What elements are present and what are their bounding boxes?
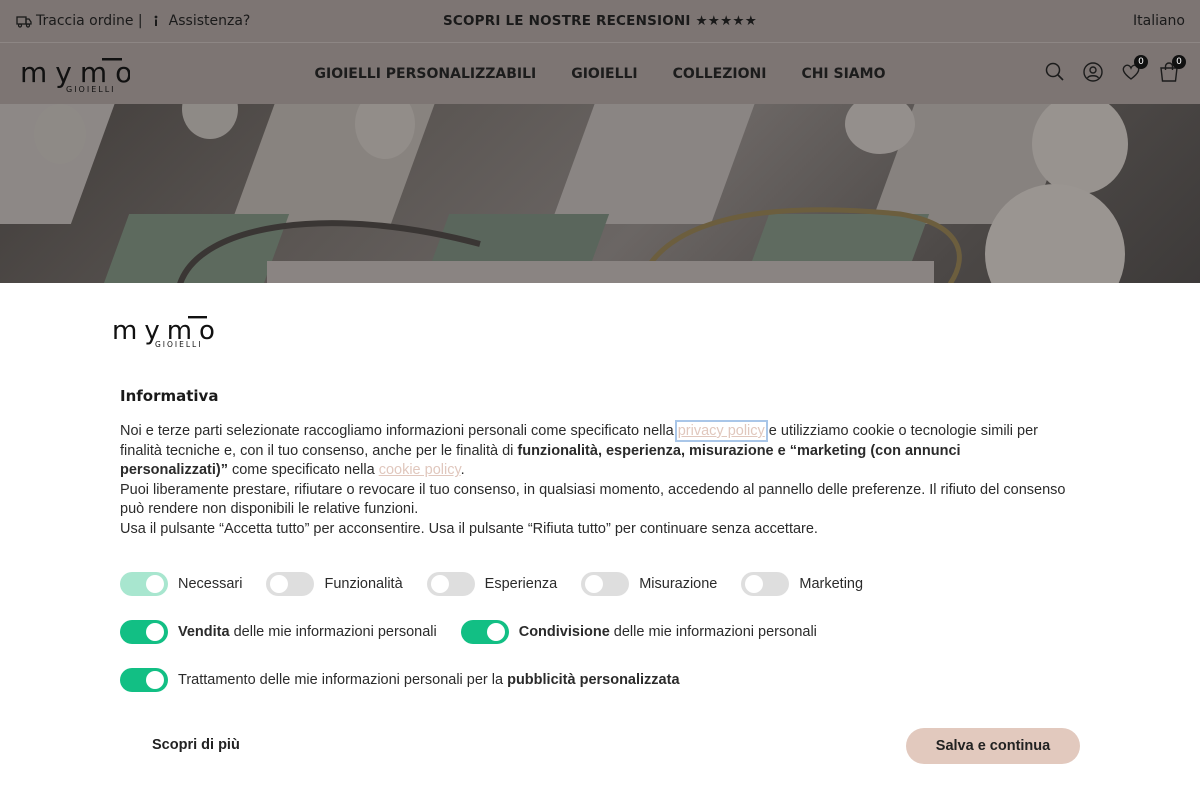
cookie-brand-logo: mymo GIOIELLI xyxy=(112,313,216,349)
cookie-paragraph-2: Puoi liberamente prestare, rifiutare o r… xyxy=(120,481,1066,518)
nav-gioielli[interactable]: GIOIELLI xyxy=(571,66,637,82)
label-funzionalita: Funzionalità xyxy=(324,576,403,592)
track-order-link[interactable]: Traccia ordine | xyxy=(36,13,143,29)
cookie-title: Informativa xyxy=(120,387,219,405)
consent-categories: Necessari Funzionalità Esperienza Misura… xyxy=(120,572,887,596)
label-marketing: Marketing xyxy=(799,576,864,592)
account-icon[interactable] xyxy=(1082,61,1104,83)
svg-text:GIOIELLI: GIOIELLI xyxy=(66,85,116,94)
category-misurazione: Misurazione xyxy=(581,572,717,596)
cookie-text-segment: . xyxy=(460,462,465,479)
info-icon xyxy=(151,15,161,27)
label-trattamento: Trattamento delle mie informazioni perso… xyxy=(178,672,680,688)
label-condivisione: Condivisione delle mie informazioni pers… xyxy=(518,624,817,640)
main-header: mymo GIOIELLI GIOIELLI PERSONALIZZABILI … xyxy=(0,42,1200,104)
cart-icon[interactable]: 0 xyxy=(1158,55,1186,83)
option-trattamento: Trattamento delle mie informazioni perso… xyxy=(120,668,680,692)
toggle-vendita[interactable] xyxy=(120,620,168,644)
label-necessari: Necessari xyxy=(178,576,243,592)
label-esperienza: Esperienza xyxy=(484,576,558,592)
nav-chi-siamo[interactable]: CHI SIAMO xyxy=(801,66,885,82)
cookie-paragraph-3: Usa il pulsante “Accetta tutto” per acco… xyxy=(120,520,818,537)
nav-collezioni[interactable]: COLLEZIONI xyxy=(673,66,767,82)
support-link[interactable]: Assistenza? xyxy=(169,13,251,29)
category-funzionalita: Funzionalità xyxy=(266,572,403,596)
category-esperienza: Esperienza xyxy=(426,572,558,596)
cart-count-badge: 0 xyxy=(1172,55,1186,69)
main-nav: GIOIELLI PERSONALIZZABILI GIOIELLI COLLE… xyxy=(0,43,1200,105)
background-modal-edge xyxy=(267,261,934,283)
option-condivisione: Condivisione delle mie informazioni pers… xyxy=(460,620,817,644)
label-misurazione: Misurazione xyxy=(639,576,718,592)
svg-text:GIOIELLI: GIOIELLI xyxy=(155,340,202,349)
toggle-misurazione[interactable] xyxy=(581,572,630,596)
privacy-policy-link[interactable]: privacy policy xyxy=(674,420,768,442)
category-marketing: Marketing xyxy=(741,572,863,596)
ads-option-row: Trattamento delle mie informazioni perso… xyxy=(120,668,704,692)
wishlist-count-badge: 0 xyxy=(1134,55,1148,69)
search-icon[interactable] xyxy=(1044,61,1066,83)
hero-image xyxy=(0,104,1200,284)
topbar-left: Traccia ordine | Assistenza? xyxy=(16,0,250,42)
toggle-marketing[interactable] xyxy=(741,572,790,596)
save-and-continue-button[interactable]: Salva e continua xyxy=(906,728,1080,764)
toggle-condivisione[interactable] xyxy=(460,620,509,644)
toggle-funzionalita[interactable] xyxy=(266,572,315,596)
nav-gioielli-personalizzabili[interactable]: GIOIELLI PERSONALIZZABILI xyxy=(315,66,537,82)
wishlist-icon[interactable]: 0 xyxy=(1120,55,1148,83)
option-vendita: Vendita delle mie informazioni personali xyxy=(120,620,437,644)
toggle-pubblicita-personalizzata[interactable] xyxy=(120,668,168,692)
brand-logo[interactable]: mymo GIOIELLI xyxy=(20,55,132,95)
cookie-policy-link[interactable]: cookie policy xyxy=(379,462,461,478)
truck-icon xyxy=(16,14,32,28)
label-vendita: Vendita delle mie informazioni personali xyxy=(178,624,437,640)
top-bar: Traccia ordine | Assistenza? SCOPRI LE N… xyxy=(0,0,1200,42)
cookie-text-segment: Noi e terze parti selezionate raccogliam… xyxy=(120,423,678,439)
language-selector[interactable]: Italiano xyxy=(1133,13,1185,29)
cookie-text-segment: come specificato nella xyxy=(227,462,379,479)
reviews-link[interactable]: SCOPRI LE NOSTRE RECENSIONI ★★★★★ xyxy=(443,13,757,29)
chess-pieces-graphic xyxy=(34,104,1128,284)
header-icons: 0 0 xyxy=(1044,55,1186,83)
toggle-esperienza[interactable] xyxy=(426,572,475,596)
toggle-necessari xyxy=(120,572,168,596)
cookie-consent-panel: mymo GIOIELLI Informativa Noi e terze pa… xyxy=(0,283,1200,800)
ccpa-options-row: Vendita delle mie informazioni personali… xyxy=(120,620,841,644)
cookie-description: Noi e terze parti selezionate raccogliam… xyxy=(120,420,1070,540)
learn-more-button[interactable]: Scopri di più xyxy=(152,737,240,753)
category-necessari: Necessari xyxy=(120,572,242,596)
